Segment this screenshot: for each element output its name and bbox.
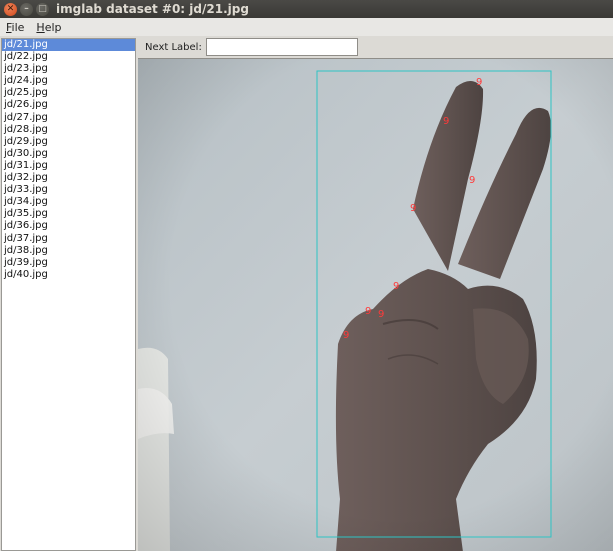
part-marker[interactable]: 9 bbox=[476, 77, 482, 88]
file-list-item[interactable]: jd/22.jpg bbox=[2, 51, 135, 63]
next-label-caption: Next Label: bbox=[145, 41, 202, 53]
file-list-item[interactable]: jd/32.jpg bbox=[2, 172, 135, 184]
file-list-item[interactable]: jd/37.jpg bbox=[2, 233, 135, 245]
file-list-item[interactable]: jd/23.jpg bbox=[2, 63, 135, 75]
title-bar: ✕ – □ imglab dataset #0: jd/21.jpg bbox=[0, 0, 613, 18]
file-list-item[interactable]: jd/39.jpg bbox=[2, 257, 135, 269]
file-list-item[interactable]: jd/36.jpg bbox=[2, 220, 135, 232]
part-marker[interactable]: 9 bbox=[469, 175, 475, 186]
image-viewer[interactable]: 99999999 bbox=[138, 58, 613, 551]
file-list-item[interactable]: jd/27.jpg bbox=[2, 112, 135, 124]
part-marker[interactable]: 9 bbox=[343, 330, 349, 341]
file-list-item[interactable]: jd/29.jpg bbox=[2, 136, 135, 148]
file-list-item[interactable]: jd/34.jpg bbox=[2, 196, 135, 208]
menu-help-mnemonic: H bbox=[36, 20, 45, 34]
part-marker[interactable]: 9 bbox=[378, 309, 384, 320]
window-title: imglab dataset #0: jd/21.jpg bbox=[56, 2, 249, 16]
part-marker[interactable]: 9 bbox=[393, 281, 399, 292]
file-list[interactable]: jd/21.jpg jd/22.jpg jd/23.jpg jd/24.jpg jd/2… bbox=[1, 38, 136, 551]
maximize-icon[interactable]: □ bbox=[36, 2, 49, 16]
file-list-item[interactable]: jd/30.jpg bbox=[2, 148, 135, 160]
minimize-icon[interactable]: – bbox=[20, 2, 33, 16]
file-list-item[interactable]: jd/40.jpg bbox=[2, 269, 135, 281]
file-list-item[interactable]: jd/28.jpg bbox=[2, 124, 135, 136]
label-toolbar: Next Label: bbox=[138, 36, 613, 58]
window-controls: ✕ – □ bbox=[0, 2, 56, 16]
file-list-item[interactable]: jd/26.jpg bbox=[2, 99, 135, 111]
menu-help-label: elp bbox=[44, 20, 62, 34]
part-marker[interactable]: 9 bbox=[410, 203, 416, 214]
file-list-item[interactable]: jd/38.jpg bbox=[2, 245, 135, 257]
annotated-image[interactable]: 99999999 bbox=[138, 59, 613, 551]
close-icon[interactable]: ✕ bbox=[4, 2, 17, 16]
menu-file[interactable]: File bbox=[4, 21, 26, 34]
file-list-item[interactable]: jd/21.jpg bbox=[2, 39, 135, 52]
file-list-item[interactable]: jd/24.jpg bbox=[2, 75, 135, 87]
file-list-item[interactable]: jd/35.jpg bbox=[2, 208, 135, 220]
file-list-item[interactable]: jd/25.jpg bbox=[2, 87, 135, 99]
menu-help[interactable]: Help bbox=[34, 21, 63, 34]
part-marker[interactable]: 9 bbox=[443, 116, 449, 127]
part-marker[interactable]: 9 bbox=[365, 306, 371, 317]
file-list-item[interactable]: jd/33.jpg bbox=[2, 184, 135, 196]
image-vignette bbox=[138, 59, 613, 551]
menu-bar: File Help bbox=[0, 18, 613, 36]
next-label-input[interactable] bbox=[205, 38, 358, 56]
file-list-item[interactable]: jd/31.jpg bbox=[2, 160, 135, 172]
menu-file-label: ile bbox=[11, 20, 25, 34]
